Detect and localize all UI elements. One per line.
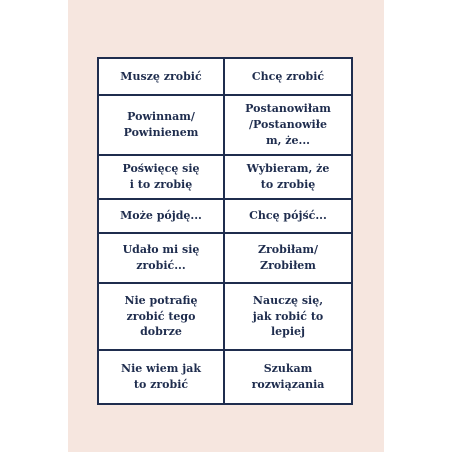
table-cell-right: Nauczę się, jak robić to lepiej bbox=[225, 284, 351, 351]
phrases-table: Muszę zrobić Chcę zrobić Powinnam/ Powin… bbox=[97, 57, 353, 405]
table-cell-right: Wybieram, że to zrobię bbox=[225, 156, 351, 200]
table-cell-left: Nie wiem jak to zrobić bbox=[99, 351, 225, 403]
table-cell-left: Powinnam/ Powinienem bbox=[99, 96, 225, 156]
table-cell-right: Chcę pójść... bbox=[225, 200, 351, 234]
table-cell-left: Muszę zrobić bbox=[99, 59, 225, 96]
table-cell-right: Zrobiłam/ Zrobiłem bbox=[225, 234, 351, 284]
table-cell-left: Poświęcę się i to zrobię bbox=[99, 156, 225, 200]
table-cell-left: Udało mi się zrobić... bbox=[99, 234, 225, 284]
table-cell-right: Szukam rozwiązania bbox=[251, 362, 325, 391]
table-cell-left: Nie potrafię zrobić tego dobrze bbox=[99, 284, 225, 351]
table-cell-left: Może pójdę... bbox=[99, 200, 225, 234]
table-cell-right: Postanowiłam /Postanowiłe m, że... bbox=[225, 96, 351, 156]
table-cell-right: Chcę zrobić bbox=[225, 59, 351, 96]
